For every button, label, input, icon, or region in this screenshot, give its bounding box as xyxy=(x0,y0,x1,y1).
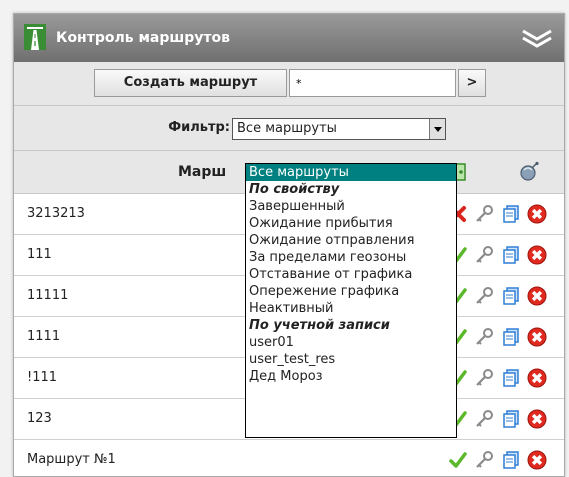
route-name: !111 xyxy=(27,370,58,385)
route-name: Маршрут №1 xyxy=(27,452,116,467)
delete-icon[interactable] xyxy=(527,450,547,470)
delete-icon[interactable] xyxy=(527,245,547,265)
toolbar: Создать маршрут > xyxy=(14,62,564,106)
column-header-route[interactable]: Марш xyxy=(178,151,226,193)
dropdown-option[interactable]: Завершенный xyxy=(246,198,456,215)
delete-icon[interactable] xyxy=(527,204,547,224)
route-name: 111 xyxy=(27,247,52,262)
dropdown-group-header: По свойству xyxy=(249,182,340,197)
copy-icon[interactable] xyxy=(501,368,521,388)
delete-icon[interactable] xyxy=(527,327,547,347)
key-icon[interactable] xyxy=(474,327,494,347)
copy-icon[interactable] xyxy=(501,327,521,347)
key-icon[interactable] xyxy=(474,409,494,429)
title-bar: Контроль маршрутов xyxy=(14,14,564,62)
check-icon[interactable] xyxy=(448,450,468,470)
delete-icon[interactable] xyxy=(527,368,547,388)
copy-icon[interactable] xyxy=(501,204,521,224)
dropdown-option[interactable]: user01 xyxy=(246,334,456,351)
route-name: 1111 xyxy=(27,329,61,344)
dropdown-option[interactable]: Все маршруты xyxy=(246,164,456,181)
satellite-icon xyxy=(520,161,539,181)
filter-label: Фильтр: xyxy=(168,120,230,135)
dropdown-option[interactable]: Ожидание прибытия xyxy=(246,215,456,232)
table-row[interactable]: Маршрут №1 xyxy=(14,440,564,476)
filter-select[interactable]: Все маршруты xyxy=(232,118,446,140)
delete-icon[interactable] xyxy=(527,409,547,429)
key-icon[interactable] xyxy=(474,450,494,470)
dropdown-option[interactable]: Неактивный xyxy=(246,300,456,317)
copy-icon[interactable] xyxy=(501,450,521,470)
filter-dropdown-list[interactable]: Все маршруты По свойству Завершенный Ожидан… xyxy=(245,163,457,438)
key-icon[interactable] xyxy=(474,286,494,306)
copy-icon[interactable] xyxy=(501,245,521,265)
filter-selected-value: Все маршруты xyxy=(237,121,337,136)
key-icon[interactable] xyxy=(474,204,494,224)
route-name: 123 xyxy=(27,411,52,426)
dropdown-option[interactable]: Дед Мороз xyxy=(246,368,456,385)
dropdown-arrow-icon[interactable] xyxy=(429,119,445,139)
delete-icon[interactable] xyxy=(527,286,547,306)
key-icon[interactable] xyxy=(474,368,494,388)
road-icon xyxy=(24,24,46,50)
copy-icon[interactable] xyxy=(501,409,521,429)
dropdown-option[interactable]: user_test_res xyxy=(246,351,456,368)
route-name: 3213213 xyxy=(27,206,85,221)
route-name-input[interactable] xyxy=(289,69,456,97)
dropdown-option[interactable]: Опережение графика xyxy=(246,283,456,300)
window-title: Контроль маршрутов xyxy=(56,30,230,46)
go-button[interactable]: > xyxy=(458,69,486,97)
copy-icon[interactable] xyxy=(501,286,521,306)
dropdown-option[interactable]: За пределами геозоны xyxy=(246,249,456,266)
create-route-button[interactable]: Создать маршрут xyxy=(94,69,287,97)
key-icon[interactable] xyxy=(474,245,494,265)
dropdown-option[interactable]: Отставание от графика xyxy=(246,266,456,283)
filter-row: Фильтр: Все маршруты xyxy=(14,106,564,151)
chevron-down-icon[interactable] xyxy=(520,27,554,49)
dropdown-group-header: По учетной записи xyxy=(249,318,390,333)
route-name: 11111 xyxy=(27,288,69,303)
routes-window: Контроль маршрутов Создать маршрут > Фил… xyxy=(13,13,565,477)
dropdown-option[interactable]: Ожидание отправления xyxy=(246,232,456,249)
